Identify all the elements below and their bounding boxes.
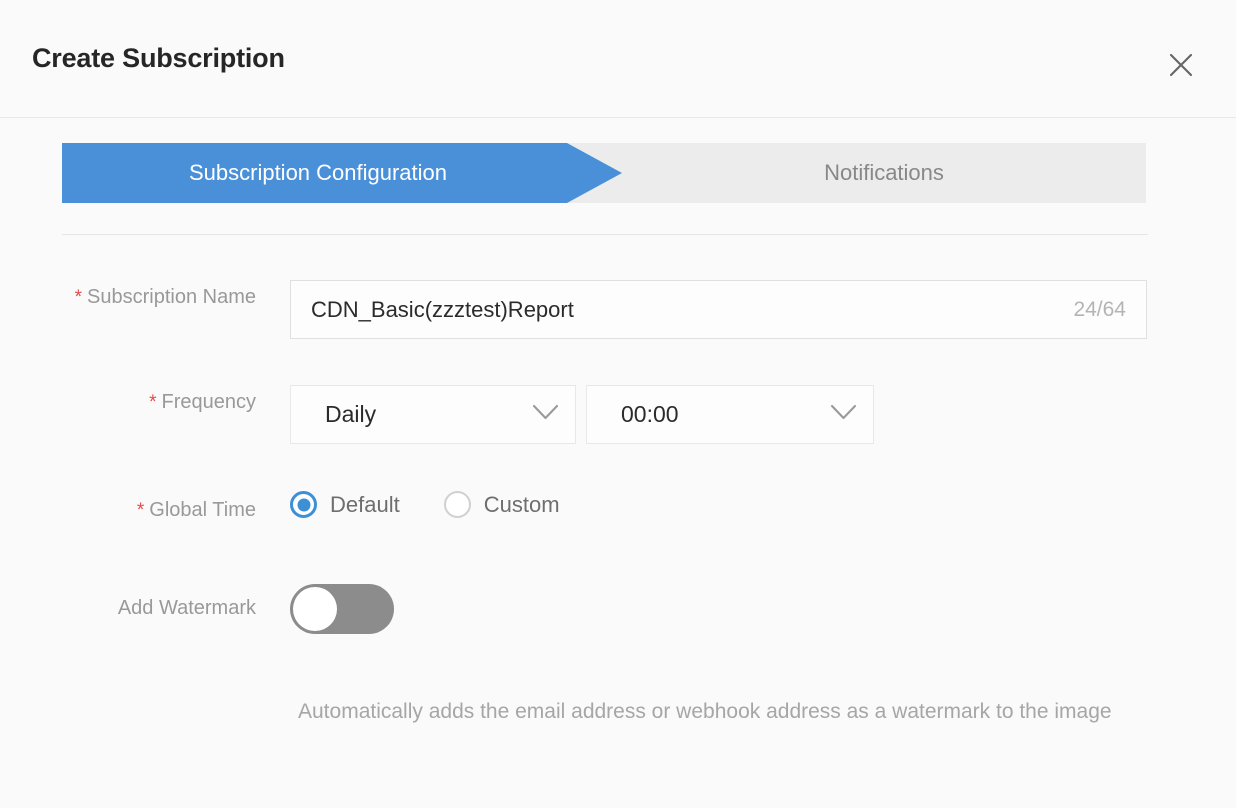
frequency-selected-value: Daily — [325, 401, 377, 427]
page-title: Create Subscription — [32, 43, 285, 73]
subscription-name-input[interactable]: CDN_Basic(zzztest)Report 24/64 — [290, 280, 1147, 339]
add-watermark-helper-text: Automatically adds the email address or … — [298, 700, 1112, 723]
global-time-radio-group: Default Custom — [290, 491, 560, 518]
section-divider — [62, 234, 1148, 235]
radio-global-time-default-label: Default — [330, 491, 400, 517]
subscription-name-label-text: Subscription Name — [87, 286, 256, 308]
time-select[interactable]: 00:00 — [586, 385, 874, 444]
global-time-label: * Global Time — [60, 495, 256, 526]
subscription-form: * Subscription Name CDN_Basic(zzztest)Rep… — [0, 255, 1236, 675]
tab-subscription-configuration-label: Subscription Configuration — [188, 160, 448, 185]
add-watermark-toggle[interactable] — [290, 584, 394, 634]
radio-global-time-custom[interactable]: Custom — [443, 491, 560, 518]
close-button[interactable] — [1164, 48, 1198, 82]
frequency-select[interactable]: Daily — [290, 385, 576, 444]
subscription-name-char-counter: 24/64 — [1073, 297, 1126, 321]
form-row-subscription-name: * Subscription Name CDN_Basic(zzztest)Rep… — [0, 255, 1236, 375]
form-row-global-time: * Global Time Default Custom — [0, 479, 1236, 579]
step-tabs: Subscription Configuration Notifications — [62, 143, 1146, 203]
radio-global-time-custom-label: Custom — [483, 491, 560, 517]
tab-notifications[interactable]: Notifications — [622, 143, 1146, 203]
radio-global-time-default[interactable]: Default — [290, 491, 400, 518]
tab-subscription-configuration[interactable]: Subscription Configuration — [62, 143, 622, 203]
required-marker: * — [136, 500, 145, 521]
toggle-knob — [293, 587, 337, 631]
modal-header: Create Subscription — [0, 0, 1236, 118]
frequency-label-text: Frequency — [161, 391, 257, 413]
time-selected-value: 00:00 — [621, 401, 679, 427]
form-row-add-watermark: Add Watermark — [0, 579, 1236, 675]
step-tabs-bar: Subscription Configuration Notifications — [62, 143, 1146, 203]
subscription-name-value: CDN_Basic(zzztest)Report — [311, 296, 574, 322]
chevron-down-icon — [532, 404, 559, 426]
chevron-down-icon — [830, 404, 857, 426]
required-marker: * — [149, 392, 157, 413]
form-row-frequency: * Frequency Daily 00:00 — [0, 375, 1236, 479]
radio-unselected-icon — [443, 491, 471, 518]
frequency-label: * Frequency — [60, 387, 256, 418]
radio-selected-icon — [290, 491, 317, 518]
subscription-name-label: * Subscription Name — [60, 282, 256, 313]
close-icon — [1168, 52, 1194, 78]
tab-notifications-label: Notifications — [824, 160, 944, 185]
required-marker: * — [74, 287, 83, 308]
global-time-label-text: Global Time — [149, 499, 256, 521]
add-watermark-label: Add Watermark — [117, 597, 256, 619]
